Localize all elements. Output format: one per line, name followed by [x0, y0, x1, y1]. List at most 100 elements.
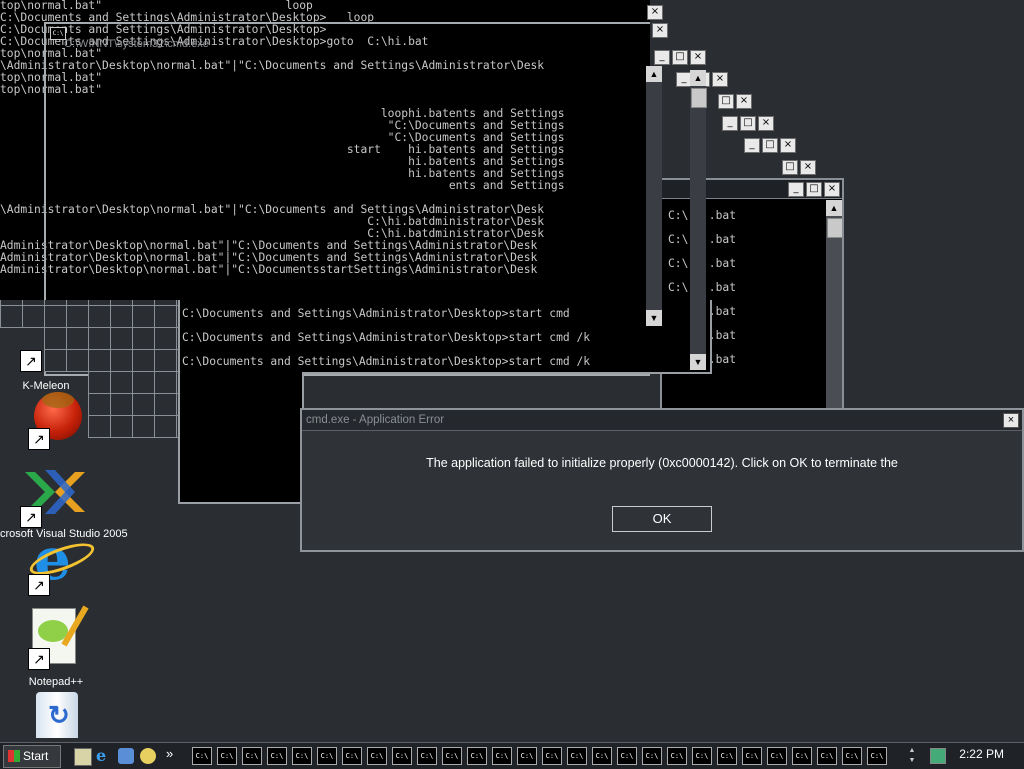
cascade-close-button-1[interactable]: × [652, 23, 668, 38]
ok-button[interactable]: OK [612, 506, 712, 532]
cascade-maximize-button-4[interactable]: □ [718, 94, 734, 109]
system-tray: 2:22 PM [926, 745, 1022, 766]
scroll-thumb[interactable] [691, 88, 707, 108]
cascade-minimize-button-6[interactable]: _ [744, 138, 760, 153]
windows-flag-icon [8, 750, 20, 762]
desktop-icon-recycle-bin[interactable]: ↻ [16, 690, 96, 738]
visual-studio-icon: ↗ [20, 462, 85, 528]
cascade-minimize-button-2[interactable]: _ [654, 50, 670, 65]
taskbar-cmd-task-button[interactable]: C:\ [242, 747, 262, 765]
taskbar-cmd-task-button[interactable]: C:\ [217, 747, 237, 765]
internet-explorer-quicklaunch-icon[interactable]: e [96, 748, 112, 764]
taskbar-cmd-task-button[interactable]: C:\ [817, 747, 837, 765]
taskbar-cmd-task-button[interactable]: C:\ [492, 747, 512, 765]
background-console-close-button[interactable]: × [647, 5, 663, 20]
right-console-close-button[interactable]: × [824, 182, 840, 197]
dialog-message: The application failed to initialize pro… [426, 456, 898, 470]
right-console-minimize-button[interactable]: _ [788, 182, 804, 197]
scroll-down-arrow-icon[interactable]: ▼ [646, 310, 662, 326]
taskbar-cmd-task-button[interactable]: C:\ [542, 747, 562, 765]
cascade-minimize-button-5[interactable]: _ [722, 116, 738, 131]
internet-explorer-icon: e ↗ [24, 526, 98, 596]
cascade-titlebar-7[interactable]: □ × [712, 158, 818, 176]
clock[interactable]: 2:22 PM [959, 747, 1004, 761]
shortcut-arrow-icon: ↗ [28, 428, 50, 450]
cascade-close-button-2[interactable]: × [690, 50, 706, 65]
shortcut-arrow-icon: ↗ [28, 648, 50, 670]
cmd-window-2-scrollbar[interactable]: ▲ ▼ [690, 70, 707, 370]
taskbar-cmd-task-button[interactable]: C:\ [317, 747, 337, 765]
scroll-up-arrow-icon[interactable]: ▲ [690, 70, 706, 86]
cascade-close-button-4[interactable]: × [736, 94, 752, 109]
taskbar-cmd-task-button[interactable]: C:\ [792, 747, 812, 765]
right-console-maximize-button[interactable]: □ [806, 182, 822, 197]
desktop-icon-notepad-plus-plus[interactable]: ↗ Notepad++ [16, 602, 96, 688]
cascade-maximize-button-7[interactable]: □ [782, 160, 798, 175]
cascade-titlebar-1[interactable]: × [650, 22, 674, 38]
application-error-dialog[interactable]: cmd.exe - Application Error × The applic… [300, 408, 1024, 552]
recycle-bin-icon: ↻ [24, 690, 88, 738]
taskbar-cmd-task-button[interactable]: C:\ [342, 747, 362, 765]
taskbar-cmd-task-button[interactable]: C:\ [442, 747, 462, 765]
taskbar-cmd-task-button[interactable]: C:\ [192, 747, 212, 765]
scroll-down-arrow-icon[interactable]: ▼ [690, 354, 706, 370]
cascade-close-button-3[interactable]: × [712, 72, 728, 87]
desktop-icon-k-meleon[interactable]: ↗ K-Meleon [6, 350, 86, 392]
shortcut-arrow-icon: ↗ [28, 574, 50, 596]
taskbar-cmd-task-button[interactable]: C:\ [642, 747, 662, 765]
cmd-window-prompt-lines: C:\Documents and Settings\Administrator\… [182, 307, 591, 368]
notepad-plus-plus-icon: ↗ [24, 602, 89, 670]
taskbar-cmd-task-button[interactable]: C:\ [392, 747, 412, 765]
scroll-up-arrow-icon[interactable]: ▲ [646, 66, 662, 82]
desktop-icon-red-ball[interactable]: ↗ [16, 392, 96, 456]
cascade-titlebar-4[interactable]: □ × [700, 92, 754, 110]
cmd-window-2-frame[interactable]: C:\Documents and Settings\Administrator\… [178, 300, 712, 374]
right-console-scrollbar[interactable]: ▲ [826, 200, 842, 410]
taskbar-scroll-arrows-icon[interactable]: ▲ ▼ [906, 746, 918, 766]
scroll-up-arrow-icon[interactable]: ▲ [826, 200, 842, 216]
taskbar-cmd-task-button[interactable]: C:\ [292, 747, 312, 765]
cascade-maximize-button-5[interactable]: □ [740, 116, 756, 131]
right-console-window[interactable]: _ □ × C:\ .bat C:\ .bat C:\ .bat C:\ .ba… [660, 178, 844, 414]
taskbar-cmd-task-button[interactable]: C:\ [692, 747, 712, 765]
network-tray-icon[interactable] [930, 748, 946, 764]
taskbar-cmd-task-button[interactable]: C:\ [517, 747, 537, 765]
cascade-maximize-button-6[interactable]: □ [762, 138, 778, 153]
remnant-console-block [178, 372, 304, 504]
outlook-express-icon[interactable] [118, 748, 134, 764]
quicklaunch-chevron-icon[interactable]: » [166, 746, 173, 761]
cascade-titlebar-5[interactable]: _ □ × [708, 114, 776, 132]
taskbar-cmd-task-button[interactable]: C:\ [467, 747, 487, 765]
taskbar-cmd-task-button[interactable]: C:\ [842, 747, 862, 765]
cascade-maximize-button-2[interactable]: □ [672, 50, 688, 65]
taskbar-cmd-task-button[interactable]: C:\ [617, 747, 637, 765]
dialog-close-button[interactable]: × [1003, 413, 1019, 428]
show-desktop-icon[interactable] [74, 748, 92, 766]
taskbar-cmd-task-button[interactable]: C:\ [567, 747, 587, 765]
taskbar-cmd-task-button[interactable]: C:\ [667, 747, 687, 765]
messenger-icon[interactable] [140, 748, 156, 764]
taskbar-cmd-task-button[interactable]: C:\ [592, 747, 612, 765]
taskbar-cmd-task-button[interactable]: C:\ [417, 747, 437, 765]
taskbar-cmd-task-button[interactable]: C:\ [367, 747, 387, 765]
cmd-window-titlebar[interactable]: C:\ C:\WINNT\system32\cmd.exe [46, 24, 646, 52]
cascade-close-button-5[interactable]: × [758, 116, 774, 131]
taskbar-cmd-task-button[interactable]: C:\ [267, 747, 287, 765]
cascade-titlebar-2[interactable]: _ □ × [650, 48, 708, 66]
cascade-close-button-6[interactable]: × [780, 138, 796, 153]
red-ball-icon: ↗ [24, 392, 88, 456]
taskbar-cmd-task-button[interactable]: C:\ [867, 747, 887, 765]
right-console-titlebar[interactable]: _ □ × [662, 180, 842, 199]
cmd-window-scrollbar[interactable]: ▲ ▼ [646, 66, 662, 326]
shortcut-arrow-icon: ↗ [20, 350, 42, 372]
taskbar-cmd-task-button[interactable]: C:\ [767, 747, 787, 765]
start-button[interactable]: Start [3, 745, 61, 768]
cascade-titlebar-6[interactable]: _ □ × [712, 136, 798, 154]
start-label: Start [23, 749, 49, 763]
desktop-icon-internet-explorer[interactable]: e ↗ [16, 526, 98, 596]
taskbar-cmd-task-button[interactable]: C:\ [717, 747, 737, 765]
cmd-window-title: C:\WINNT\system32\cmd.exe [64, 38, 209, 50]
scroll-thumb[interactable] [827, 218, 842, 238]
cascade-close-button-7[interactable]: × [800, 160, 816, 175]
taskbar-cmd-task-button[interactable]: C:\ [742, 747, 762, 765]
